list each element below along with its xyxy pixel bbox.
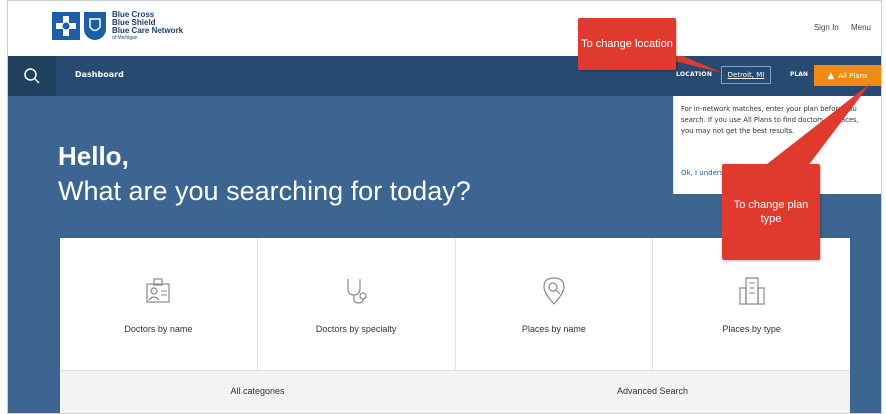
logo-line-3: Blue Care Network <box>112 26 184 35</box>
search-question: What are you searching for today? <box>58 176 471 206</box>
search-button[interactable] <box>8 56 56 96</box>
blue-cross-icon <box>52 12 80 40</box>
bottom-links: All categories Advanced Search <box>60 370 850 413</box>
blue-shield-icon <box>84 12 106 40</box>
plan-button-label: All Plans <box>838 71 868 80</box>
card-doctors-by-name[interactable]: Doctors by name <box>60 238 258 370</box>
plan-button[interactable]: ▲ All Plans <box>814 65 881 86</box>
card-label: Doctors by name <box>124 324 193 334</box>
navbar: Dashboard LOCATION Detroit, MI PLAN ▲ Al… <box>8 56 881 96</box>
stethoscope-icon <box>342 276 370 310</box>
plan-label: PLAN <box>790 71 808 78</box>
card-doctors-by-specialty[interactable]: Doctors by specialty <box>258 238 456 370</box>
logo-line-4: of Michigan <box>112 35 138 41</box>
building-icon <box>737 276 767 310</box>
tooltip-text: For in-network matches, enter your plan … <box>681 105 859 135</box>
browser-frame: Blue Cross Blue Shield Blue Care Network… <box>7 0 882 414</box>
card-places-by-name[interactable]: Places by name <box>456 238 654 370</box>
top-header: Blue Cross Blue Shield Blue Care Network… <box>8 1 881 56</box>
card-label: Places by type <box>722 324 781 334</box>
logo-text: Blue Cross Blue Shield Blue Care Network… <box>112 11 184 42</box>
map-pin-search-icon <box>540 276 568 310</box>
hello-heading: Hello, <box>58 141 129 171</box>
card-label: Places by name <box>521 324 586 334</box>
sign-in-link[interactable]: Sign In <box>814 23 839 32</box>
location-callout: To change location <box>578 18 676 70</box>
search-icon <box>24 68 40 84</box>
location-label: LOCATION <box>676 71 713 78</box>
card-label: Doctors by specialty <box>315 324 397 334</box>
id-badge-icon <box>144 276 172 310</box>
location-selector[interactable]: Detroit, MI <box>721 66 771 84</box>
all-categories-link[interactable]: All categories <box>60 371 455 413</box>
plan-callout: To change plan type <box>722 164 820 260</box>
dashboard-link[interactable]: Dashboard <box>75 70 124 79</box>
bcbs-logo[interactable]: Blue Cross Blue Shield Blue Care Network… <box>52 11 183 41</box>
warning-icon: ▲ <box>827 70 835 81</box>
menu-link[interactable]: Menu <box>851 23 871 32</box>
top-links: Sign In Menu <box>804 23 871 32</box>
advanced-search-link[interactable]: Advanced Search <box>455 371 850 413</box>
